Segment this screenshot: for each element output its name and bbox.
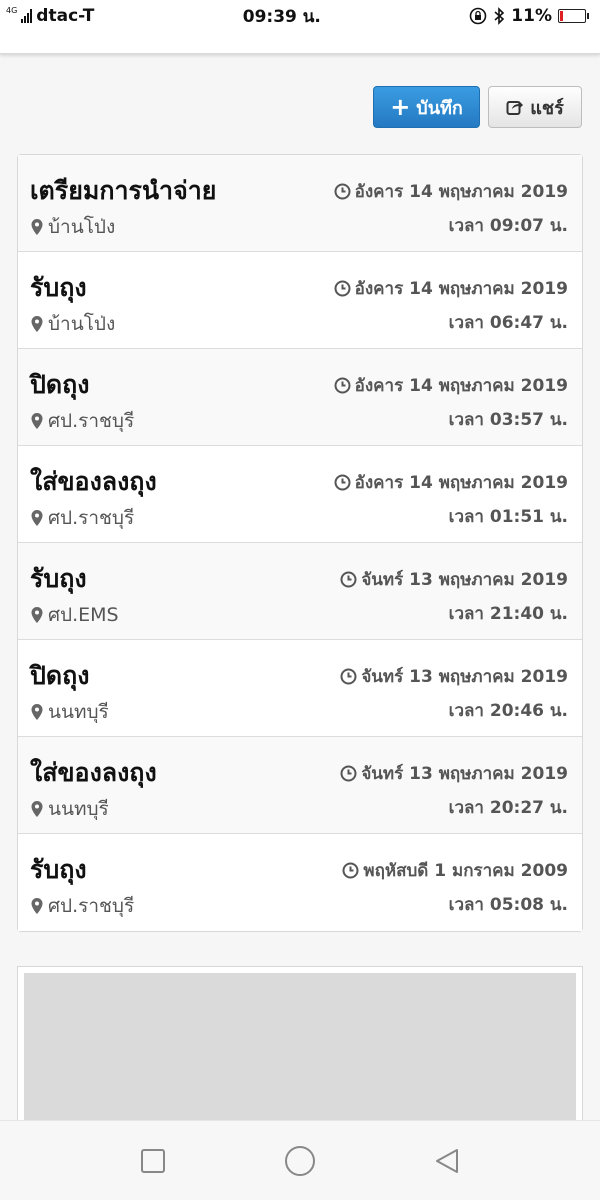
event-title: ใส่ของลงถุง	[30, 758, 157, 787]
share-button[interactable]: แชร์	[488, 86, 582, 128]
map-pin-icon	[31, 704, 43, 720]
event-time: เวลา 01:51 น.	[448, 507, 568, 527]
map-pin-icon	[31, 898, 43, 914]
event-time: เวลา 20:46 น.	[448, 701, 568, 721]
event-date-text: อังคาร 14 พฤษภาคม 2019	[354, 279, 568, 299]
clock-icon	[334, 280, 351, 297]
carrier-name: dtac-T	[36, 6, 95, 26]
event-title: เตรียมการนำจ่าย	[30, 176, 217, 205]
event-title: ใส่ของลงถุง	[30, 467, 157, 496]
map-pin-icon	[31, 607, 43, 623]
battery-percent: 11%	[511, 6, 552, 26]
clock-icon	[340, 571, 357, 588]
circle-icon	[284, 1145, 315, 1176]
event-location-text: นนทบุรี	[48, 798, 109, 820]
clock-icon	[340, 668, 357, 685]
event-time: เวลา 05:08 น.	[448, 895, 568, 915]
event-title: รับถุง	[30, 564, 87, 593]
map-pin-icon	[31, 219, 43, 235]
status-bar: 4G dtac-T 09:39 น. 11%	[0, 0, 600, 32]
event-date-text: อังคาร 14 พฤษภาคม 2019	[354, 376, 568, 396]
clock-icon	[342, 862, 359, 879]
clock-time: 09:39 น.	[242, 6, 321, 27]
event-date: อังคาร 14 พฤษภาคม 2019	[334, 372, 568, 399]
signal-icon	[21, 9, 33, 23]
tracking-row: ใส่ของลงถุง นนทบุรี จันทร์ 13 พฤษภาคม 20…	[18, 737, 582, 834]
bluetooth-icon	[494, 7, 505, 25]
event-time: เวลา 06:47 น.	[448, 313, 568, 333]
event-date: จันทร์ 13 พฤษภาคม 2019	[340, 566, 568, 593]
network-type: 4G	[6, 5, 18, 15]
event-date: อังคาร 14 พฤษภาคม 2019	[334, 275, 568, 302]
event-title: รับถุง	[30, 855, 87, 884]
event-date: อังคาร 14 พฤษภาคม 2019	[334, 469, 568, 496]
tracking-row: รับถุง ศป.EMS จันทร์ 13 พฤษภาคม 2019 เวล…	[18, 543, 582, 640]
event-time: เวลา 09:07 น.	[448, 216, 568, 236]
map-pin-icon	[31, 801, 43, 817]
tracking-row: เตรียมการนำจ่าย บ้านโป่ง อังคาร 14 พฤษภา…	[18, 155, 582, 252]
system-nav-bar	[0, 1120, 600, 1200]
tracking-row: ปิดถุง ศป.ราชบุรี อังคาร 14 พฤษภาคม 2019…	[18, 349, 582, 446]
event-location: นนทบุรี	[30, 697, 109, 727]
event-date: พฤหัสบดี 1 มกราคม 2009	[342, 857, 568, 884]
event-date-text: อังคาร 14 พฤษภาคม 2019	[354, 473, 568, 493]
event-time: เวลา 21:40 น.	[448, 604, 568, 624]
event-date-text: จันทร์ 13 พฤษภาคม 2019	[361, 667, 568, 687]
event-location: ศป.EMS	[30, 600, 119, 630]
event-date-text: จันทร์ 13 พฤษภาคม 2019	[361, 764, 568, 784]
event-title: ปิดถุง	[30, 661, 90, 690]
tracking-row: รับถุง บ้านโป่ง อังคาร 14 พฤษภาคม 2019 เ…	[18, 252, 582, 349]
share-icon	[506, 101, 524, 115]
clock-icon	[334, 474, 351, 491]
toolbar: + บันทึก แชร์	[373, 86, 582, 128]
battery-icon	[558, 9, 589, 23]
event-time: เวลา 20:27 น.	[448, 798, 568, 818]
event-date: จันทร์ 13 พฤษภาคม 2019	[340, 663, 568, 690]
event-location-text: ศป.EMS	[48, 604, 119, 626]
back-button[interactable]	[429, 1143, 465, 1179]
event-date: อังคาร 14 พฤษภาคม 2019	[334, 178, 568, 205]
status-right: 11%	[469, 6, 589, 26]
app-header	[0, 32, 600, 54]
status-left: 4G dtac-T	[6, 5, 95, 27]
save-button-label: บันทึก	[416, 97, 463, 119]
event-title: รับถุง	[30, 273, 87, 302]
event-title: ปิดถุง	[30, 370, 90, 399]
tracking-row: ใส่ของลงถุง ศป.ราชบุรี อังคาร 14 พฤษภาคม…	[18, 446, 582, 543]
plus-icon: +	[390, 93, 411, 121]
map-pin-icon	[31, 316, 43, 332]
event-location: ศป.ราชบุรี	[30, 503, 134, 533]
event-location-text: นนทบุรี	[48, 701, 109, 723]
event-location-text: บ้านโป่ง	[48, 313, 116, 335]
event-location: บ้านโป่ง	[30, 309, 115, 339]
share-button-label: แชร์	[530, 97, 564, 119]
tracking-list: เตรียมการนำจ่าย บ้านโป่ง อังคาร 14 พฤษภา…	[17, 154, 583, 932]
event-location: นนทบุรี	[30, 794, 109, 824]
rotation-lock-icon	[469, 7, 487, 25]
save-button[interactable]: + บันทึก	[373, 86, 480, 128]
triangle-back-icon	[435, 1148, 458, 1173]
event-location: บ้านโป่ง	[30, 212, 115, 242]
event-date-text: อังคาร 14 พฤษภาคม 2019	[354, 182, 568, 202]
event-location-text: ศป.ราชบุรี	[48, 507, 135, 529]
event-location-text: ศป.ราชบุรี	[48, 410, 135, 432]
event-location: ศป.ราชบุรี	[30, 406, 134, 436]
tracking-row: รับถุง ศป.ราชบุรี พฤหัสบดี 1 มกราคม 2009…	[18, 834, 582, 931]
clock-icon	[340, 765, 357, 782]
event-location-text: บ้านโป่ง	[48, 216, 116, 238]
clock-icon	[334, 183, 351, 200]
event-time: เวลา 03:57 น.	[448, 410, 568, 430]
event-date: จันทร์ 13 พฤษภาคม 2019	[340, 760, 568, 787]
square-icon	[141, 1148, 166, 1173]
clock-icon	[334, 377, 351, 394]
tracking-row: ปิดถุง นนทบุรี จันทร์ 13 พฤษภาคม 2019 เว…	[18, 640, 582, 737]
event-date-text: จันทร์ 13 พฤษภาคม 2019	[361, 570, 568, 590]
recent-apps-button[interactable]	[135, 1143, 171, 1179]
home-button[interactable]	[282, 1143, 318, 1179]
event-location-text: ศป.ราชบุรี	[48, 895, 135, 917]
map-pin-icon	[31, 413, 43, 429]
map-pin-icon	[31, 510, 43, 526]
event-location: ศป.ราชบุรี	[30, 891, 134, 921]
event-date-text: พฤหัสบดี 1 มกราคม 2009	[363, 861, 568, 881]
